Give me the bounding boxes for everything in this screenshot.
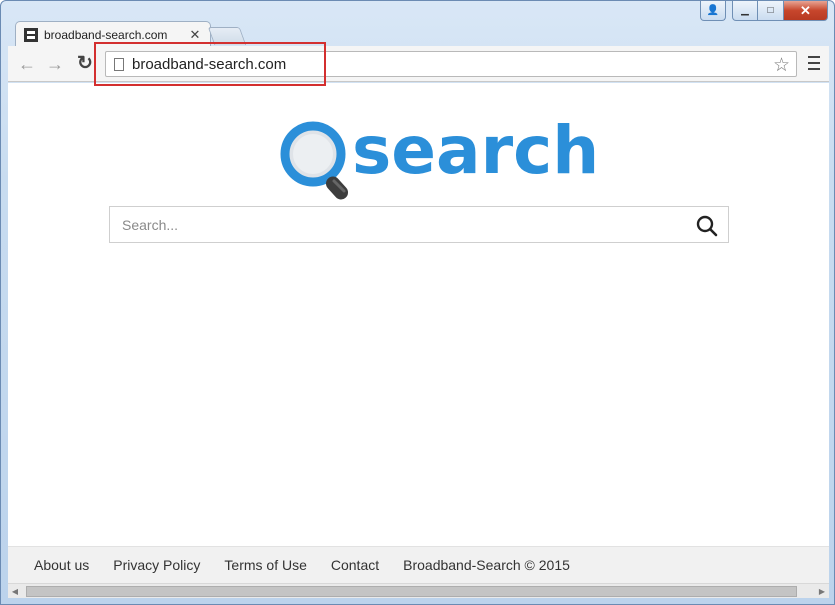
address-bar[interactable]: broadband-search.com ☆ (105, 51, 797, 77)
maximize-button[interactable]: □ (758, 1, 784, 21)
browser-toolbar: ← → ↻ broadband-search.com ☆ (8, 46, 829, 82)
footer-link-about[interactable]: About us (34, 557, 89, 573)
footer-link-terms[interactable]: Terms of Use (224, 557, 306, 573)
user-profile-button[interactable]: 👤 (700, 1, 726, 21)
site-logo[interactable]: search (278, 113, 599, 203)
logo-text: search (352, 112, 600, 189)
search-button[interactable] (696, 215, 718, 237)
forward-arrow-icon[interactable]: → (44, 54, 66, 74)
close-window-button[interactable]: ✕ (784, 1, 828, 21)
scroll-left-icon[interactable]: ◀ (8, 585, 22, 598)
minimize-button[interactable]: ▁ (732, 1, 758, 21)
page-icon (114, 57, 124, 71)
scrollbar-thumb[interactable] (26, 586, 797, 597)
page-content: search About us Privacy Policy Terms of … (8, 83, 829, 583)
browser-tab[interactable]: broadband-search.com ✕ (15, 21, 211, 47)
tab-close-icon[interactable]: ✕ (188, 27, 202, 43)
footer-link-contact[interactable]: Contact (331, 557, 379, 573)
footer-link-privacy[interactable]: Privacy Policy (113, 557, 200, 573)
search-input[interactable] (122, 215, 682, 235)
browser-window: 👤 ▁ □ ✕ broadband-search.com ✕ ← → ↻ bro… (0, 0, 835, 605)
horizontal-scrollbar[interactable]: ◀ ▶ (8, 583, 829, 598)
tab-title: broadband-search.com (44, 27, 168, 42)
scroll-right-icon[interactable]: ▶ (815, 585, 829, 598)
reload-icon[interactable]: ↻ (74, 54, 96, 74)
back-arrow-icon[interactable]: ← (16, 54, 38, 74)
window-controls: 👤 ▁ □ ✕ (700, 1, 828, 21)
search-box (109, 206, 729, 243)
star-icon[interactable]: ☆ (773, 54, 790, 77)
address-url[interactable]: broadband-search.com (132, 56, 286, 73)
title-bar: 👤 ▁ □ ✕ broadband-search.com ✕ (1, 1, 834, 47)
hamburger-menu-icon[interactable] (808, 56, 820, 70)
film-strip-icon (24, 27, 38, 42)
magnifier-icon (696, 215, 718, 237)
page-footer: About us Privacy Policy Terms of Use Con… (8, 546, 829, 583)
footer-copyright: Broadband-Search © 2015 (403, 557, 570, 573)
new-tab-button[interactable] (207, 27, 247, 45)
